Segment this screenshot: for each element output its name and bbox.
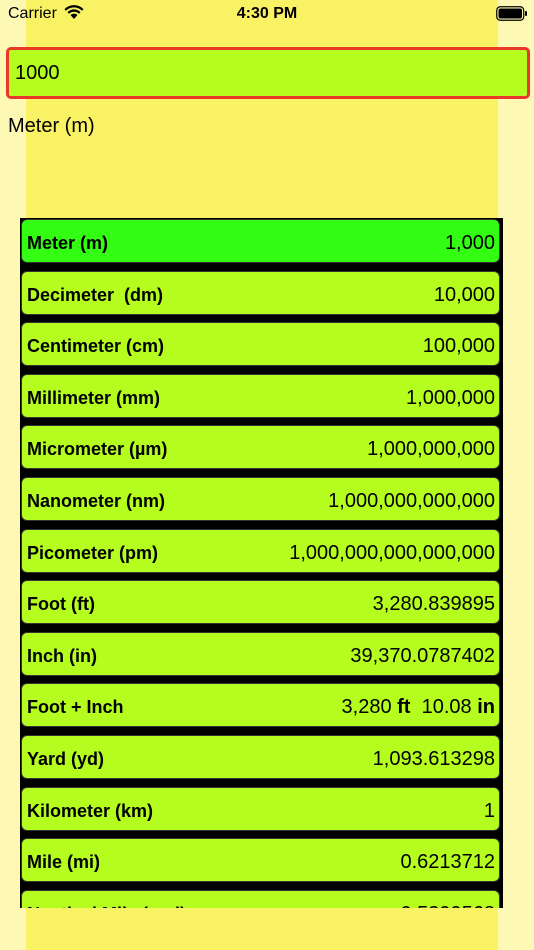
- status-bar: Carrier 4:30 PM: [0, 0, 534, 30]
- unit-name: Micrometer (µm): [27, 439, 168, 460]
- value-input[interactable]: [9, 50, 527, 96]
- unit-name: Yard (yd): [27, 749, 105, 769]
- conversion-row-cell[interactable]: Centimeter (cm) 100,000: [21, 322, 500, 367]
- unit-value: 1,000,000,000: [367, 438, 495, 461]
- unit-name: Centimeter (cm): [27, 336, 165, 357]
- in-value: 10.08: [421, 696, 472, 719]
- conversion-row[interactable]: Picometer (pm) 1,000,000,000,000,000: [20, 527, 503, 580]
- conversion-row[interactable]: Inch (in) 39,370.0787402: [20, 630, 503, 683]
- conversion-row[interactable]: Yard (yd) 1,093.613298: [20, 734, 503, 786]
- unit-name: Nanometer (nm): [27, 491, 166, 511]
- conversion-row-cell[interactable]: Inch (in) 39,370.0787402: [21, 631, 500, 676]
- unit-value: 0.6213712: [400, 851, 495, 874]
- conversion-row[interactable]: Nanometer (nm) 1,000,000,000,000: [20, 476, 503, 528]
- unit-value: 39,370.0787402: [350, 644, 495, 667]
- unit-value: 0.5399568: [400, 903, 495, 908]
- conversion-row[interactable]: Mile (mi) 0.6213712: [20, 837, 503, 890]
- unit-value: 3,280.839895: [372, 593, 495, 616]
- conversion-row[interactable]: Decimeter (dm) 10,000: [20, 269, 503, 322]
- clock: 4:30 PM: [236, 5, 298, 22]
- conversion-row-cell[interactable]: Decimeter (dm) 10,000: [21, 270, 500, 315]
- conversion-row-cell[interactable]: Picometer (pm) 1,000,000,000,000,000: [21, 528, 500, 573]
- unit-value: 1,000: [444, 232, 495, 254]
- conversion-row[interactable]: Foot (ft) 3,280.839895: [20, 579, 503, 632]
- unit-name: Picometer (pm): [27, 542, 159, 563]
- unit-name: Kilometer (km): [27, 800, 154, 821]
- unit-name: Decimeter (dm): [27, 284, 164, 305]
- conversion-row[interactable]: Centimeter (cm) 100,000: [20, 321, 503, 374]
- ft-unit: ft: [397, 696, 411, 719]
- unit-value: 1,000,000,000,000,000: [289, 541, 495, 564]
- unit-value: 3,280 ft 10.08 in: [342, 696, 495, 719]
- unit-value: 1,000,000: [406, 386, 495, 409]
- conversion-row-cell[interactable]: Nanometer (nm) 1,000,000,000,000: [21, 477, 500, 521]
- selected-unit-label: Meter (m): [8, 115, 95, 137]
- conversion-row-cell[interactable]: Kilometer (km) 1: [21, 786, 500, 831]
- conversion-row-cell[interactable]: Foot + Inch 3,280 ft 10.08 in: [21, 683, 500, 728]
- unit-value: 1,093.613298: [372, 748, 495, 770]
- conversion-row-cell[interactable]: Micrometer (µm) 1,000,000,000: [21, 425, 500, 470]
- conversion-row-cell[interactable]: Meter (m) 1,000: [21, 219, 500, 263]
- unit-name: Foot + Inch: [27, 697, 124, 718]
- conversion-row-cell[interactable]: Yard (yd) 1,093.613298: [21, 735, 500, 779]
- conversion-row[interactable]: Meter (m) 1,000: [20, 218, 503, 270]
- conversion-row-cell[interactable]: Millimeter (mm) 1,000,000: [21, 373, 500, 418]
- conversion-row-cell[interactable]: Foot (ft) 3,280.839895: [21, 580, 500, 625]
- unit-name: Millimeter (mm): [27, 387, 161, 408]
- unit-name: Mile (mi): [27, 852, 101, 873]
- conversion-row-cell[interactable]: Mile (mi) 0.6213712: [21, 838, 500, 883]
- conversion-row[interactable]: Millimeter (mm) 1,000,000: [20, 372, 503, 425]
- unit-name: Foot (ft): [27, 594, 95, 615]
- conversion-row[interactable]: Micrometer (µm) 1,000,000,000: [20, 424, 503, 477]
- unit-name: Nautical Mile (nmi): [27, 904, 186, 908]
- unit-value: 100,000: [422, 335, 495, 358]
- conversion-row[interactable]: Foot + Inch 3,280 ft 10.08 in: [20, 682, 503, 735]
- battery-icon: [496, 6, 527, 21]
- in-unit: in: [477, 696, 495, 719]
- conversion-row[interactable]: Nautical Mile (nmi) 0.5399568: [20, 888, 503, 908]
- unit-value: 10,000: [433, 283, 495, 306]
- unit-value: 1: [483, 799, 495, 822]
- conversion-list[interactable]: Meter (m) 1,000 Decimeter (dm) 10,000 Centim…: [20, 218, 503, 908]
- conversion-row[interactable]: Kilometer (km) 1: [20, 785, 503, 838]
- unit-name: Meter (m): [27, 233, 109, 253]
- value-input-box[interactable]: [6, 47, 530, 99]
- unit-name: Inch (in): [27, 645, 97, 666]
- conversion-row-cell[interactable]: Nautical Mile (nmi) 0.5399568: [21, 889, 500, 908]
- unit-value: 1,000,000,000,000: [328, 490, 495, 512]
- ft-value: 3,280: [341, 696, 392, 719]
